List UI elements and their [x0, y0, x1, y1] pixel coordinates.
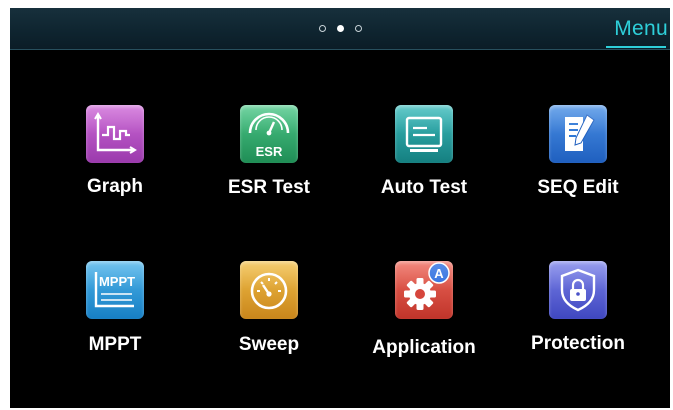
- gear-badge-a-icon: A: [395, 261, 453, 319]
- shield-lock-icon: [549, 261, 607, 319]
- mppt-icon-text: MPPT: [99, 274, 135, 289]
- esr-icon-text: ESR: [256, 144, 283, 159]
- edit-document-icon: [549, 105, 607, 163]
- page-indicator: [319, 25, 362, 32]
- app-seq-edit[interactable]: SEQ Edit: [503, 105, 653, 205]
- speedometer-icon: [240, 261, 298, 319]
- app-label-protection: Protection: [531, 333, 625, 354]
- app-graph[interactable]: Graph: [40, 105, 190, 205]
- menu-button[interactable]: Menu: [614, 17, 668, 41]
- app-sweep[interactable]: Sweep: [194, 261, 344, 361]
- app-application[interactable]: A Application: [349, 261, 499, 361]
- app-label-application: Application: [372, 337, 476, 358]
- app-label-seq-edit: SEQ Edit: [537, 177, 619, 198]
- app-label-auto-test: Auto Test: [380, 177, 468, 198]
- app-protection[interactable]: Protection: [503, 261, 653, 361]
- app-label-sweep: Sweep: [238, 334, 300, 355]
- app-label-mppt: MPPT: [88, 334, 142, 355]
- graph-icon: [86, 105, 144, 163]
- auto-test-screen-icon: [395, 105, 453, 163]
- top-bar: Menu: [10, 8, 670, 49]
- app-mppt[interactable]: MPPT MPPT: [40, 261, 190, 361]
- mppt-icon: MPPT: [86, 261, 144, 319]
- menu-underline: [606, 46, 666, 48]
- top-bar-divider: [10, 49, 670, 50]
- app-esr-test[interactable]: ESR ESR Test: [194, 105, 344, 205]
- app-label-esr-test: ESR Test: [227, 177, 310, 198]
- page-dot-1[interactable]: [319, 25, 326, 32]
- page-dot-2-active[interactable]: [337, 25, 344, 32]
- esr-gauge-icon: ESR: [240, 105, 298, 163]
- app-auto-test[interactable]: Auto Test: [349, 105, 499, 205]
- badge-a-text: A: [434, 266, 444, 281]
- page-dot-3[interactable]: [355, 25, 362, 32]
- device-screen: Menu Graph ESR ESR Test Auto Test SEQ Ed…: [10, 8, 670, 408]
- app-label-graph: Graph: [87, 176, 143, 197]
